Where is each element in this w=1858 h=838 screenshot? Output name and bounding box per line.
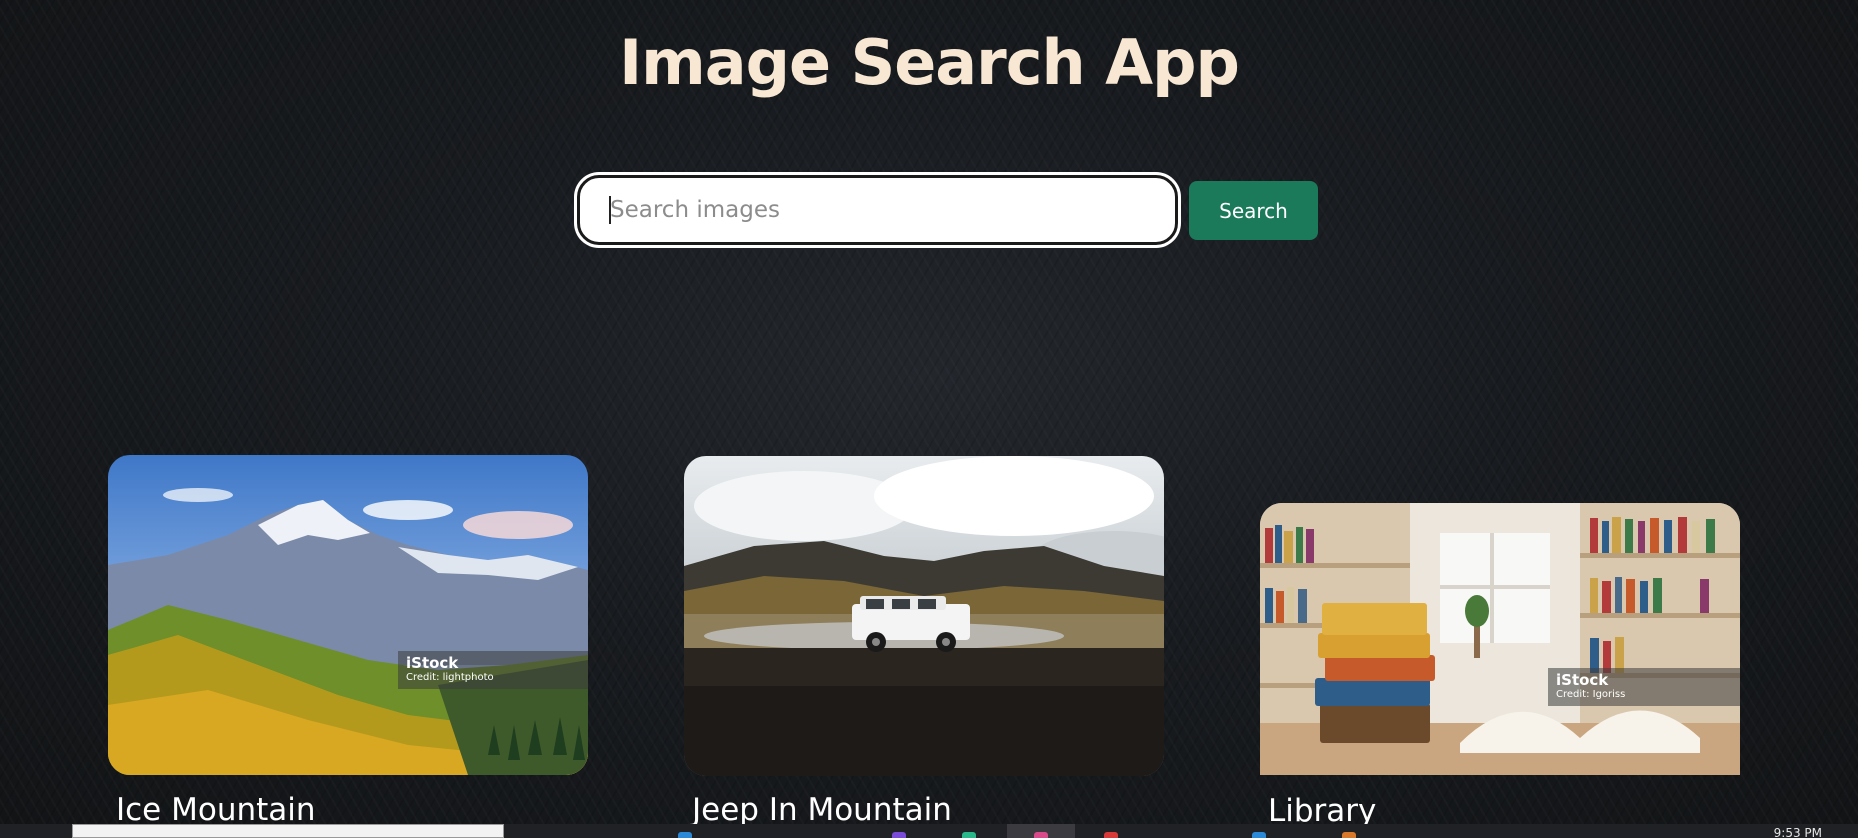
result-card-jeep-in-mountain[interactable]: Jeep In Mountain	[684, 456, 1164, 828]
result-title: Jeep In Mountain	[692, 792, 952, 828]
taskbar-app-icon[interactable]	[962, 832, 976, 838]
taskbar-app-icon[interactable]	[1342, 832, 1356, 838]
text-caret	[609, 196, 611, 224]
page-title: Image Search App	[619, 26, 1240, 99]
search-input[interactable]	[577, 175, 1178, 245]
result-card-library[interactable]: iStock Credit: Igoriss Library	[1260, 503, 1740, 829]
result-image[interactable]	[684, 456, 1164, 776]
result-card-ice-mountain[interactable]: iStock Credit: lightphoto Ice Mountain	[108, 455, 588, 828]
watermark: iStock Credit: lightphoto	[398, 651, 588, 689]
watermark: iStock Credit: Igoriss	[1548, 668, 1740, 706]
result-image[interactable]: iStock Credit: lightphoto	[108, 455, 588, 775]
result-title: Ice Mountain	[116, 792, 316, 828]
search-button[interactable]: Search	[1189, 181, 1318, 240]
taskbar-app-icon[interactable]	[1034, 832, 1048, 838]
taskbar-app-icon[interactable]	[1104, 832, 1118, 838]
taskbar-app-icon[interactable]	[892, 832, 906, 838]
result-image[interactable]: iStock Credit: Igoriss	[1260, 503, 1740, 823]
taskbar-app-icon[interactable]	[1252, 832, 1266, 838]
taskbar-window-preview[interactable]	[72, 824, 504, 838]
taskbar-app-icon[interactable]	[678, 832, 692, 838]
taskbar-clock[interactable]: 9:53 PM	[1774, 826, 1822, 838]
